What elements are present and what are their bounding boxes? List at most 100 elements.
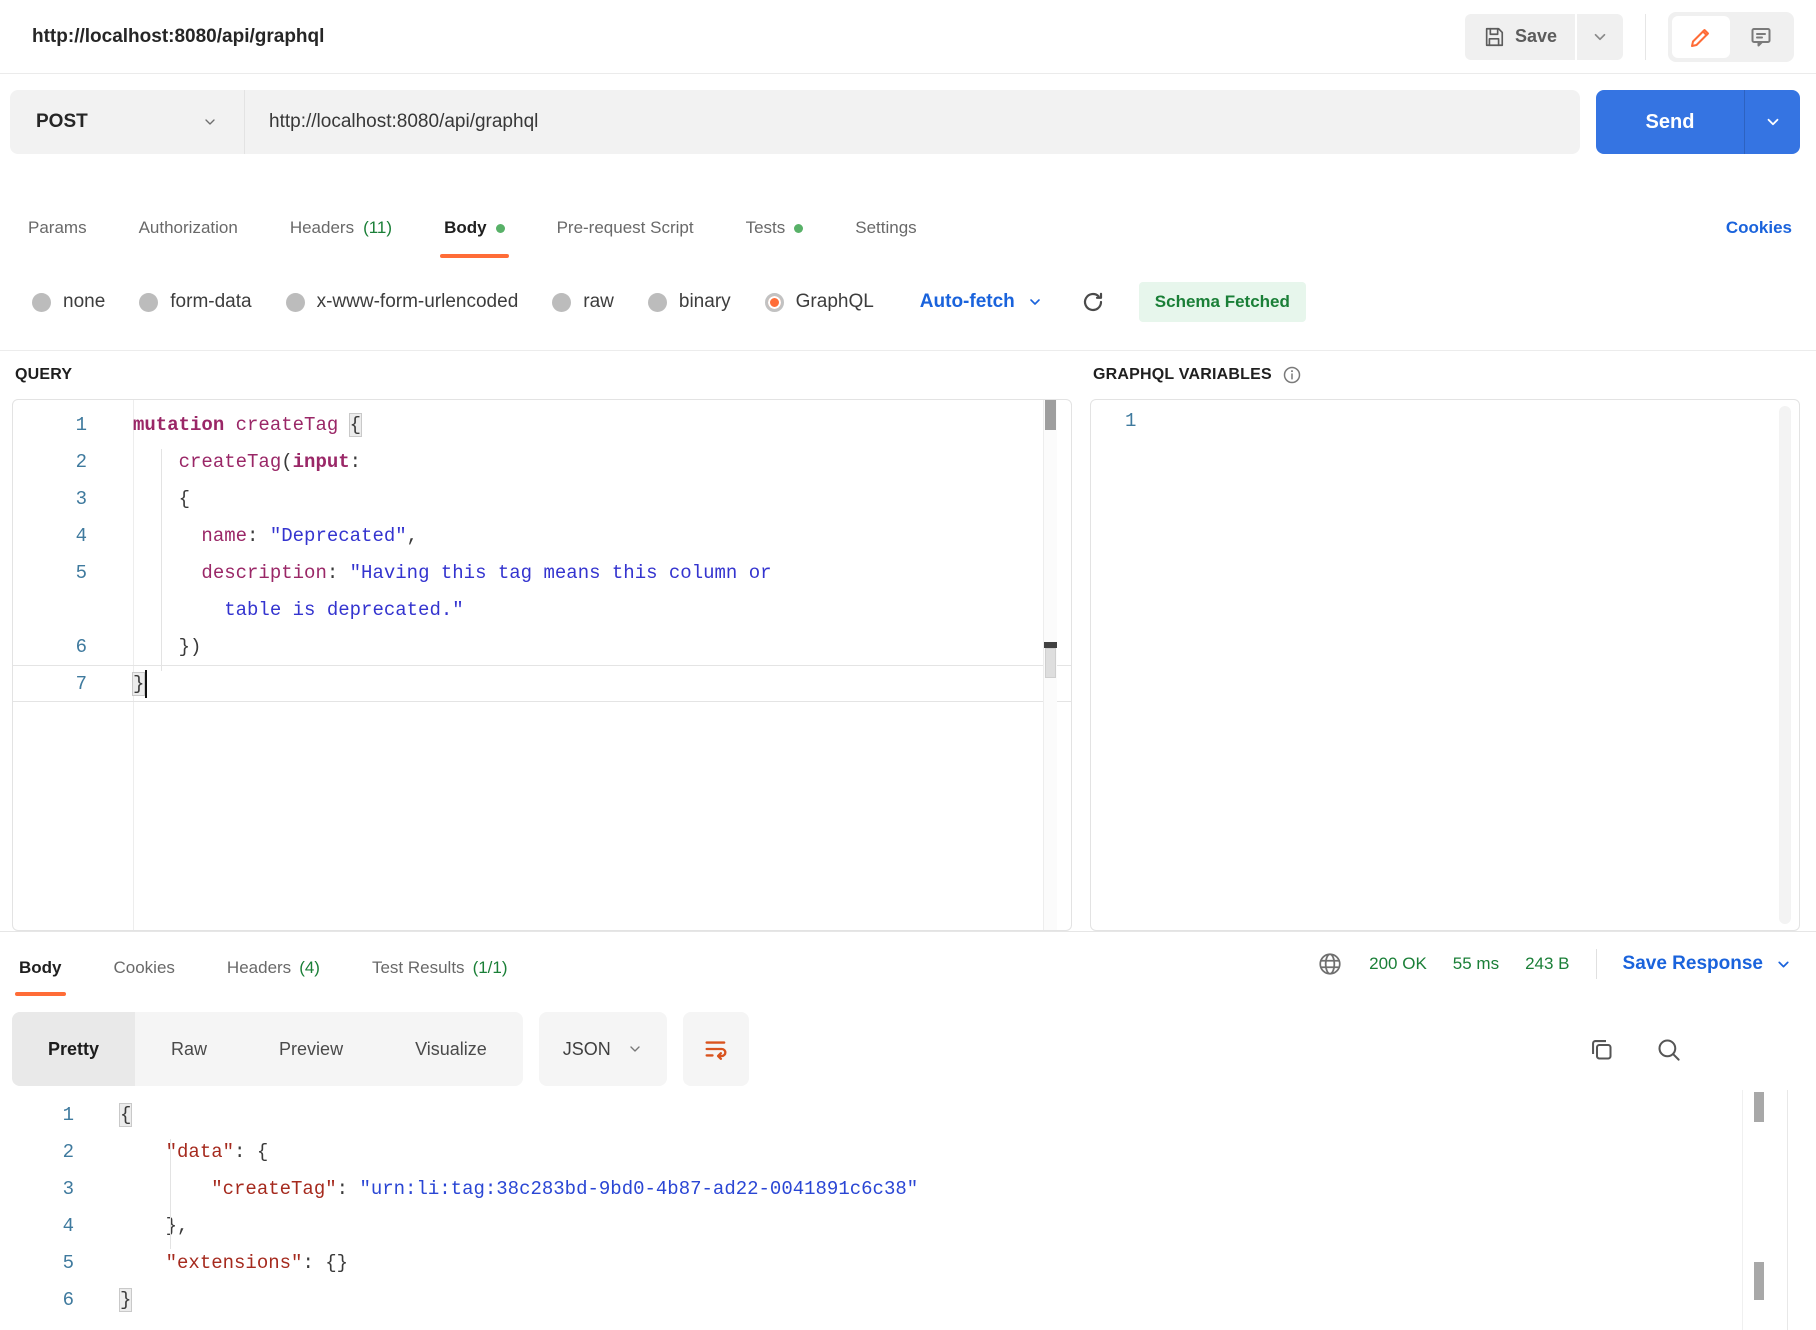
view-preview[interactable]: Preview <box>243 1012 379 1086</box>
radio-icon <box>552 293 571 312</box>
scrollbar-thumb[interactable] <box>1754 1262 1764 1300</box>
save-options-button[interactable] <box>1577 14 1623 60</box>
mode-label: GraphQL <box>796 291 874 313</box>
tab-label: Params <box>28 218 87 238</box>
tab-label: Test Results <box>372 958 465 978</box>
response-tabs: Body Cookies Headers(4) Test Results(1/1… <box>15 932 512 996</box>
line-number: 7 <box>13 673 123 695</box>
response-tab-body[interactable]: Body <box>15 958 66 996</box>
tab-settings[interactable]: Settings <box>851 218 920 258</box>
url-input[interactable]: http://localhost:8080/api/graphql <box>245 111 538 133</box>
line-number: 2 <box>13 451 123 473</box>
view-pretty[interactable]: Pretty <box>12 1012 135 1086</box>
view-visualize[interactable]: Visualize <box>379 1012 523 1086</box>
line-number: 4 <box>13 525 123 547</box>
format-dropdown[interactable]: JSON <box>539 1012 667 1086</box>
network-globe-icon[interactable] <box>1317 951 1343 977</box>
tab-authorization[interactable]: Authorization <box>135 218 242 258</box>
line-number: 5 <box>0 1252 110 1274</box>
code-line: 2 createTag(input: <box>13 443 1071 480</box>
code-text: } <box>123 670 147 698</box>
mode-toggle-group <box>1668 12 1794 62</box>
tab-headers[interactable]: Headers(11) <box>286 218 396 258</box>
query-code: 1mutation createTag {2 createTag(input:3… <box>13 400 1071 702</box>
mode-form-data[interactable]: form-data <box>139 291 251 313</box>
response-size[interactable]: 243 B <box>1525 954 1569 974</box>
line-number: 4 <box>0 1215 110 1237</box>
response-tab-cookies[interactable]: Cookies <box>110 958 179 996</box>
comment-button[interactable] <box>1732 16 1790 58</box>
code-text: }) <box>123 636 201 658</box>
response-time[interactable]: 55 ms <box>1453 954 1499 974</box>
code-text: { <box>110 1104 131 1126</box>
mode-x-www-form-urlencoded[interactable]: x-www-form-urlencoded <box>286 291 519 313</box>
line-number: 6 <box>13 636 123 658</box>
variables-scrollbar[interactable] <box>1779 406 1791 924</box>
mode-label: none <box>63 291 105 313</box>
status-code[interactable]: 200 OK <box>1369 954 1427 974</box>
response-code: 1{2 "data": {3 "createTag": "urn:li:tag:… <box>0 1096 1816 1318</box>
tab-label: Body <box>444 218 487 238</box>
code-line: 3 { <box>13 480 1071 517</box>
method-label: POST <box>36 111 88 133</box>
copy-response-button[interactable] <box>1588 1036 1615 1063</box>
mode-label: raw <box>583 291 614 313</box>
code-text: createTag(input: <box>123 451 361 473</box>
mode-raw[interactable]: raw <box>552 291 614 313</box>
response-scrollbar[interactable] <box>1742 1090 1788 1330</box>
refresh-schema-button[interactable] <box>1081 290 1105 314</box>
variables-editor[interactable]: 1 <box>1090 399 1800 931</box>
query-editor[interactable]: 1mutation createTag {2 createTag(input:3… <box>12 399 1072 931</box>
code-text: "data": { <box>110 1141 268 1163</box>
meta-divider <box>1596 949 1597 979</box>
tab-body[interactable]: Body <box>440 218 509 258</box>
save-response-label: Save Response <box>1623 953 1763 975</box>
code-text: description: "Having this tag means this… <box>123 562 772 584</box>
view-segmented-control: Pretty Raw Preview Visualize <box>12 1012 523 1086</box>
tab-label: Headers <box>227 958 291 978</box>
tab-tests[interactable]: Tests <box>742 218 808 258</box>
mode-graphql[interactable]: GraphQL <box>765 291 874 313</box>
send-button[interactable]: Send <box>1596 90 1744 154</box>
response-tab-test-results[interactable]: Test Results(1/1) <box>368 958 512 996</box>
variables-label: GRAPHQL VARIABLES <box>1093 366 1272 384</box>
tab-label: Body <box>19 958 62 978</box>
indent-guide <box>170 1139 171 1249</box>
line-number: 1 <box>0 1104 110 1126</box>
edit-mode-button[interactable] <box>1672 16 1730 58</box>
mode-none[interactable]: none <box>32 291 105 313</box>
code-line: 7} <box>13 665 1071 702</box>
radio-selected-icon <box>765 293 784 312</box>
response-tab-headers[interactable]: Headers(4) <box>223 958 324 996</box>
tab-label: Pre-request Script <box>557 218 694 238</box>
scrollbar-thumb[interactable] <box>1045 400 1056 430</box>
auto-fetch-dropdown[interactable]: Auto-fetch <box>920 291 1043 313</box>
save-button-label: Save <box>1515 26 1557 47</box>
code-line: table is deprecated." <box>13 591 1071 628</box>
tab-label: Cookies <box>114 958 175 978</box>
view-raw[interactable]: Raw <box>135 1012 243 1086</box>
tab-pre-request-script[interactable]: Pre-request Script <box>553 218 698 258</box>
code-text: mutation createTag { <box>123 414 361 436</box>
send-options-button[interactable] <box>1744 90 1800 154</box>
mode-binary[interactable]: binary <box>648 291 731 313</box>
response-view-row: Pretty Raw Preview Visualize JSON <box>12 1012 1800 1086</box>
scrollbar-thumb[interactable] <box>1754 1092 1764 1122</box>
tab-label: Settings <box>855 218 916 238</box>
tab-label: Tests <box>746 218 786 238</box>
line-number: 6 <box>0 1289 110 1311</box>
send-button-group: Send <box>1596 90 1800 154</box>
mode-label: binary <box>679 291 731 313</box>
save-button[interactable]: Save <box>1465 14 1575 60</box>
save-response-dropdown[interactable]: Save Response <box>1623 953 1792 975</box>
query-scrollbar[interactable] <box>1043 400 1057 930</box>
tab-params[interactable]: Params <box>24 218 91 258</box>
search-response-button[interactable] <box>1655 1036 1682 1063</box>
response-body-viewer[interactable]: 1{2 "data": {3 "createTag": "urn:li:tag:… <box>0 1096 1816 1330</box>
info-icon[interactable] <box>1282 365 1302 385</box>
method-selector[interactable]: POST <box>10 90 245 154</box>
scrollbar-thumb[interactable] <box>1045 648 1056 678</box>
cookies-link[interactable]: Cookies <box>1726 218 1792 258</box>
code-text: { <box>123 488 190 510</box>
wrap-lines-button[interactable] <box>683 1012 749 1086</box>
